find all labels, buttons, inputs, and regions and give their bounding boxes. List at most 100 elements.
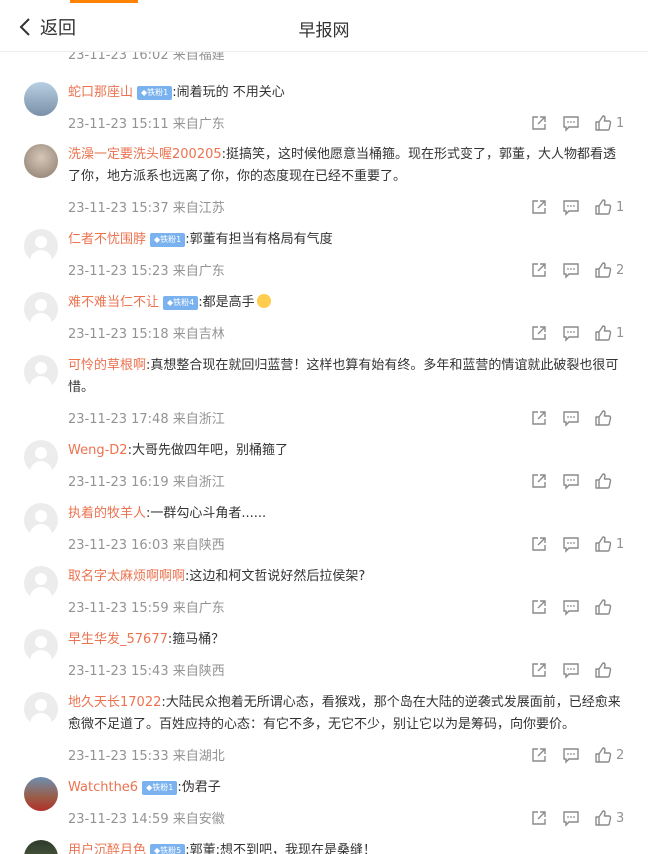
comment-actions: [516, 598, 624, 616]
like-icon[interactable]: [594, 661, 612, 679]
comment-text: :都是高手: [198, 295, 255, 310]
username-link[interactable]: 地久天长17022: [68, 695, 161, 710]
username-link[interactable]: 可怜的草根啊: [68, 358, 146, 373]
comment-actions: [516, 409, 624, 427]
like-icon[interactable]: [594, 324, 612, 342]
share-icon[interactable]: [530, 324, 548, 342]
fan-badge: ◆铁粉1: [137, 86, 173, 100]
avatar[interactable]: [24, 82, 58, 116]
like-icon[interactable]: [594, 114, 612, 132]
like-icon[interactable]: [594, 409, 612, 427]
like-icon[interactable]: [594, 535, 612, 553]
username-link[interactable]: 取名字太麻烦啊啊啊: [68, 569, 185, 584]
like-icon[interactable]: [594, 746, 612, 764]
comment-body: 用户沉醉月色 ◆铁粉5:郭董:想不到吧，我现在是桑缝！: [68, 840, 624, 854]
comment-icon[interactable]: [562, 472, 580, 490]
username-link[interactable]: 难不难当仁不让: [68, 295, 159, 310]
comment-icon[interactable]: [562, 809, 580, 827]
username-link[interactable]: 洗澡一定要洗头喔200205: [68, 147, 222, 162]
comment-meta: 23-11-23 15:43 来自陕西: [68, 664, 225, 679]
share-icon[interactable]: [530, 809, 548, 827]
username-link[interactable]: Watchthe6: [68, 780, 138, 795]
username-link[interactable]: 仁者不忧围脖: [68, 232, 146, 247]
comment-text: :伪君子: [177, 780, 221, 795]
share-icon[interactable]: [530, 661, 548, 679]
comment-meta: 23-11-23 16:19 来自浙江: [68, 475, 225, 490]
comment-body: 地久天长17022:大陆民众抱着无所谓心态，看猴戏，那个岛在大陆的逆袭式发展面前…: [68, 692, 624, 736]
like-count: 1: [616, 536, 625, 552]
comment-icon[interactable]: [562, 598, 580, 616]
comment-icon[interactable]: [562, 746, 580, 764]
comment-meta: 23-11-23 17:48 来自浙江: [68, 412, 225, 427]
comment-body: 早生华发_57677:箍马桶？: [68, 629, 624, 651]
tab-indicator: [70, 0, 138, 3]
avatar[interactable]: [24, 292, 58, 326]
comment-icon[interactable]: [562, 198, 580, 216]
share-icon[interactable]: [530, 409, 548, 427]
like-icon[interactable]: [594, 472, 612, 490]
comment-actions: 2: [516, 746, 624, 764]
comment-actions: 2: [516, 261, 624, 279]
username-link[interactable]: 蛇口那座山: [68, 85, 133, 100]
avatar[interactable]: [24, 629, 58, 663]
comment-text: :郭董有担当有格局有气度: [185, 232, 333, 247]
comment-body: 洗澡一定要洗头喔200205:挺搞笑，这时候他愿意当桶箍。现在形式变了，郭董，大…: [68, 144, 624, 188]
page-title: 早报网: [298, 21, 350, 41]
comment-icon[interactable]: [562, 261, 580, 279]
comment-meta: 23-11-23 15:37 来自江苏: [68, 201, 225, 216]
comment-text: :真想整合现在就回归蓝营！这样也算有始有终。多年和蓝营的情谊就此破裂也很可惜。: [68, 358, 619, 395]
share-icon[interactable]: [530, 746, 548, 764]
comment-body: 难不难当仁不让 ◆铁粉4:都是高手: [68, 292, 624, 314]
comment-actions: 1: [516, 535, 624, 553]
comment-text: :箍马桶？: [167, 632, 225, 647]
like-icon[interactable]: [594, 598, 612, 616]
like-icon[interactable]: [594, 261, 612, 279]
share-icon[interactable]: [530, 198, 548, 216]
avatar[interactable]: [24, 692, 58, 726]
avatar[interactable]: [24, 229, 58, 263]
share-icon[interactable]: [530, 598, 548, 616]
share-icon[interactable]: [530, 472, 548, 490]
comment-meta: 23-11-23 14:59 来自安徽: [68, 812, 225, 827]
comment-actions: [516, 472, 624, 490]
comment-text: :郭董:想不到吧，我现在是桑缝！: [185, 843, 377, 854]
comment-actions: [516, 661, 624, 679]
comment-icon[interactable]: [562, 409, 580, 427]
avatar[interactable]: [24, 355, 58, 389]
comment-icon[interactable]: [562, 535, 580, 553]
username-link[interactable]: 执着的牧羊人: [68, 506, 146, 521]
comment-meta: 23-11-23 15:33 来自湖北: [68, 749, 225, 764]
share-icon[interactable]: [530, 261, 548, 279]
comment-body: Watchthe6 ◆铁粉1:伪君子: [68, 777, 624, 799]
avatar[interactable]: [24, 566, 58, 600]
like-icon[interactable]: [594, 198, 612, 216]
like-icon[interactable]: [594, 809, 612, 827]
thumbs-up-emoji-icon: [256, 294, 271, 308]
like-count: 1: [616, 115, 625, 131]
fan-badge: ◆铁粉4: [163, 296, 199, 310]
avatar[interactable]: [24, 503, 58, 537]
fan-badge: ◆铁粉5: [150, 844, 186, 854]
comment-icon[interactable]: [562, 661, 580, 679]
like-count: 2: [616, 747, 625, 763]
share-icon[interactable]: [530, 114, 548, 132]
like-count: 3: [616, 810, 625, 826]
comment-text: :这边和柯文哲说好然后拉侯架?: [185, 569, 366, 584]
avatar[interactable]: [24, 777, 58, 811]
share-icon[interactable]: [530, 535, 548, 553]
comment-actions: 1: [516, 324, 624, 342]
comment-body: 执着的牧羊人:一群勾心斗角者......: [68, 503, 624, 525]
avatar[interactable]: [24, 440, 58, 474]
comment-body: 取名字太麻烦啊啊啊:这边和柯文哲说好然后拉侯架?: [68, 566, 624, 588]
username-link[interactable]: 用户沉醉月色: [68, 843, 146, 854]
avatar[interactable]: [24, 840, 58, 854]
comment-text: :大哥先做四年吧，别桶箍了: [127, 443, 288, 458]
comment-body: 可怜的草根啊:真想整合现在就回归蓝营！这样也算有始有终。多年和蓝营的情谊就此破裂…: [68, 355, 624, 399]
comment-icon[interactable]: [562, 114, 580, 132]
avatar[interactable]: [24, 144, 58, 178]
comment-meta: 23-11-23 15:59 来自广东: [68, 601, 225, 616]
username-link[interactable]: 早生华发_57677: [68, 632, 168, 647]
username-link[interactable]: Weng-D2: [68, 443, 128, 458]
comment-body: Weng-D2:大哥先做四年吧，别桶箍了: [68, 440, 624, 462]
comment-icon[interactable]: [562, 324, 580, 342]
